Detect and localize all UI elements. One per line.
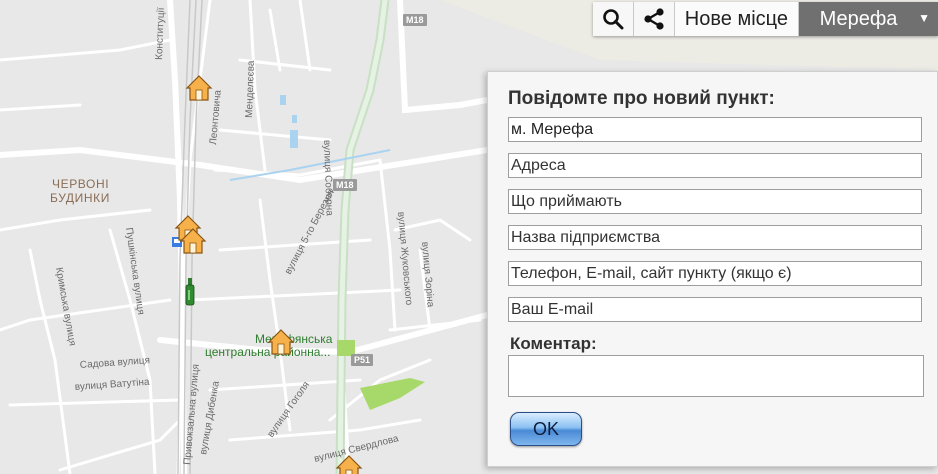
district-label: БУДИНКИ <box>50 191 110 205</box>
poi-label: Мерефянська <box>255 332 333 346</box>
city-selector-label: Мерефа <box>819 7 898 30</box>
app-root: ЧЕРВОНІ БУДИНКИ Конституції Леонтовича М… <box>0 0 938 474</box>
comment-textarea[interactable] <box>508 355 924 397</box>
street-label: Конституції <box>154 7 167 60</box>
address-field[interactable] <box>508 153 922 178</box>
district-label: ЧЕРВОНІ <box>52 177 109 191</box>
svg-text:M18: M18 <box>336 180 354 190</box>
accepts-field[interactable] <box>508 189 922 214</box>
comment-label: Коментар: <box>510 334 597 353</box>
svg-text:M18: M18 <box>406 15 424 25</box>
route-shield: M18 <box>403 14 427 26</box>
search-button[interactable] <box>592 2 634 36</box>
poi-label: центральна районна... <box>205 345 330 359</box>
contacts-field[interactable] <box>508 261 922 286</box>
email-field[interactable] <box>508 297 922 322</box>
share-icon <box>644 8 664 30</box>
form-title: Повідомте про новий пункт: <box>508 88 775 109</box>
route-shield: P51 <box>351 354 373 366</box>
chevron-down-icon: ▼ <box>918 11 930 25</box>
city-selector[interactable]: Мерефа ▼ <box>799 2 938 36</box>
map-toolbar: Нове місце Мерефа ▼ <box>592 2 938 36</box>
share-button[interactable] <box>633 2 675 36</box>
company-name-field[interactable] <box>508 225 922 250</box>
route-shield: M18 <box>333 179 357 191</box>
new-place-button[interactable]: Нове місце <box>674 2 799 36</box>
street-label: Менделєєва <box>244 60 257 118</box>
search-icon <box>602 9 624 30</box>
new-point-form-panel: Повідомте про новий пункт: Коментар: OK <box>487 71 938 467</box>
ok-button[interactable]: OK <box>510 412 582 446</box>
svg-text:P51: P51 <box>354 355 370 365</box>
city-field[interactable] <box>508 117 922 142</box>
